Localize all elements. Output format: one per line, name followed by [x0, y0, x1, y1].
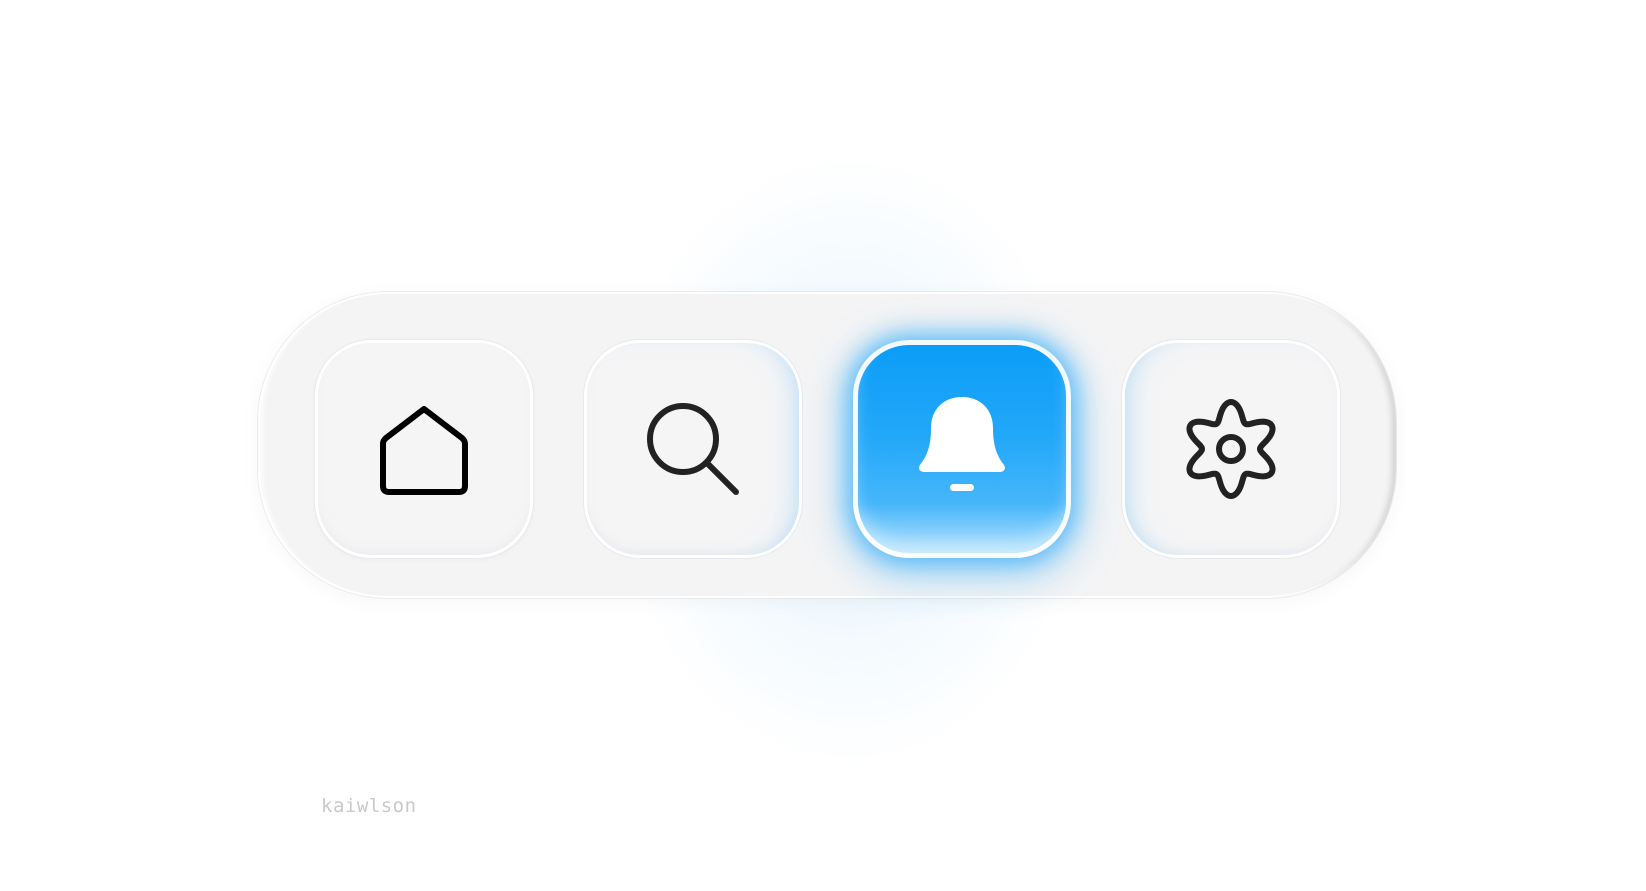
gear-icon	[1179, 397, 1283, 501]
watermark: kaiwlson	[321, 795, 417, 817]
bell-icon	[912, 394, 1012, 504]
search-icon	[643, 399, 743, 499]
tab-settings[interactable]	[1122, 340, 1340, 558]
tab-notifications[interactable]	[853, 340, 1071, 558]
canvas: kaiwlson	[0, 0, 1646, 891]
tab-home[interactable]	[315, 340, 533, 558]
tab-search[interactable]	[584, 340, 802, 558]
home-icon	[374, 399, 474, 499]
